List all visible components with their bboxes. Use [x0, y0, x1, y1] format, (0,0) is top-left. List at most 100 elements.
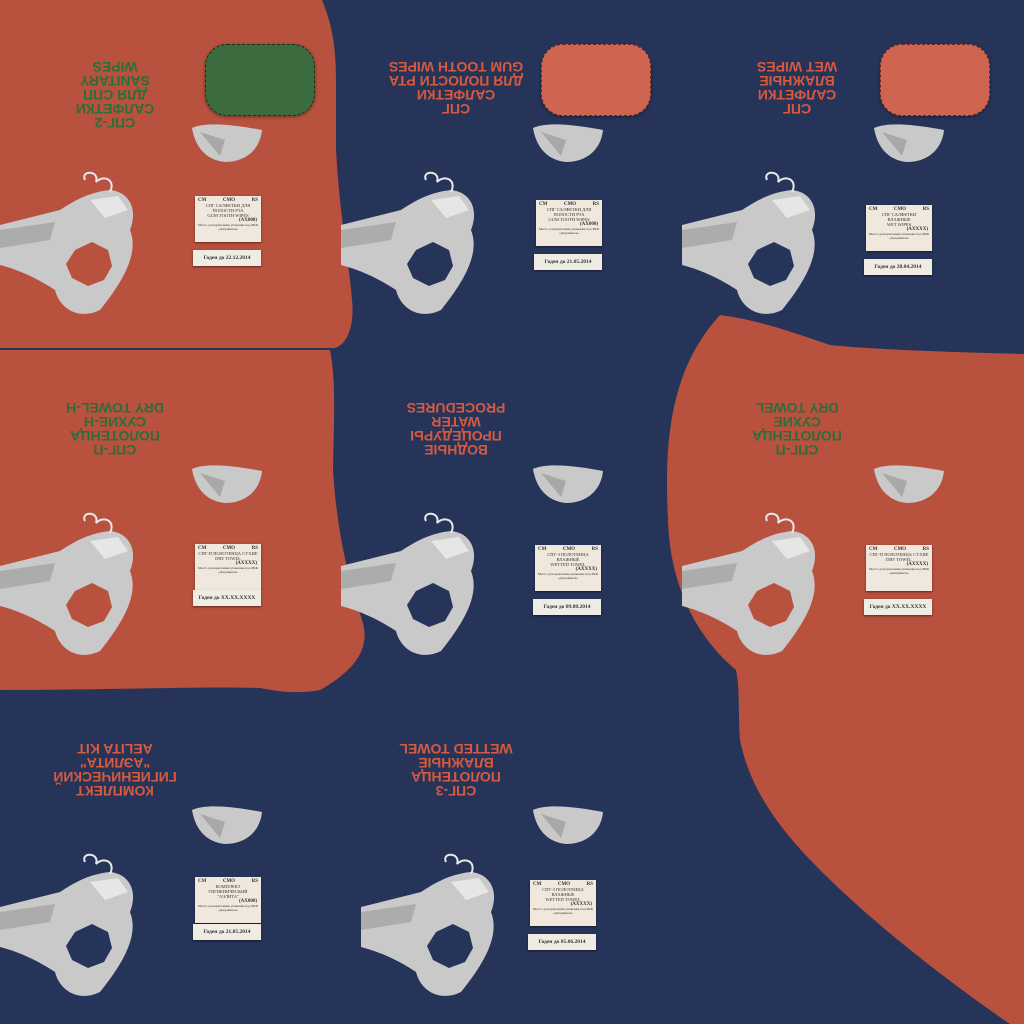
label-note: Место для крепления упаковки под РКК «Дз…	[197, 904, 259, 912]
label-corner: RS	[592, 202, 599, 207]
heading-line: WIPES	[92, 59, 138, 75]
label-header: СМ СМО RS	[536, 200, 602, 207]
label-corner: СМ	[198, 879, 207, 884]
kit-heading: ВОДНЫЕ ПРОЦЕДУРЫ WATER PROCEDURES	[381, 400, 531, 458]
product-label: СМ СМО RS КОМПЛЕКТ ГИГИЕНИЧЕСКИЙ "АЭЛИТА" (АХ0…	[195, 877, 261, 923]
heading-line: SANITARY	[80, 73, 150, 89]
texture-atlas: СПГ-2 САЛФЕТКИ ДЛЯ СПП SANITARY WIPES СМ СМО R…	[0, 0, 1024, 1024]
velcro-patch	[205, 44, 315, 116]
bag-neck	[682, 511, 842, 661]
bag-neck	[682, 170, 842, 320]
velcro-patch	[541, 44, 651, 116]
heading-line: WET WIPES	[756, 59, 838, 75]
label-note: Место для крепления упаковки под РКК «Дз…	[538, 227, 600, 235]
kit-tile: ВОДНЫЕ ПРОЦЕДУРЫ WATER PROCEDURES СМ СМО RS СП…	[341, 341, 682, 682]
expiry-label: Годен до 22.12.2014	[193, 250, 261, 266]
kit-tile: СПГ-3 ПОЛОТЕНЦА ВЛАЖНЫЕ WETTED TOWEL СМ СМО R…	[341, 682, 682, 1023]
heading-line: ПРОЦЕДУРЫ	[410, 428, 502, 444]
heading-line: СПГ-3	[435, 783, 477, 799]
expiry-label: Годен до 09.08.2014	[533, 599, 601, 615]
kit-tile: СПГ-2 САЛФЕТКИ ДЛЯ СПП SANITARY WIPES СМ СМО R…	[0, 0, 341, 341]
product-label: СМ СМО RS СПГ-3 ПОЛОТЕНЦА ВЛАЖНЫЕ WETTED TOWE…	[535, 545, 601, 591]
bag-neck	[0, 852, 160, 1002]
bag-neck	[341, 170, 501, 320]
heading-line: WATER	[431, 414, 481, 430]
expiry-label: Годен до XX.XX.XXXX	[193, 590, 261, 606]
kit-heading: СПГ-2 САЛФЕТКИ ДЛЯ СПП SANITARY WIPES	[40, 59, 190, 131]
strap-bump	[531, 463, 606, 505]
strap-bump	[531, 122, 606, 164]
kit-tile: СПГ САЛФЕТКИ ДЛЯ ПОЛОСТИ РТА GUM TOOTH WIPE…	[341, 0, 682, 341]
heading-line: WETTED TOWEL	[399, 741, 513, 757]
bag-neck	[0, 511, 160, 661]
strap-bump	[531, 804, 606, 846]
strap-bump	[190, 122, 265, 164]
kit-heading: СПГ-П ПОЛОТЕНЦА СУХИЕ DRY TOWEL	[722, 400, 872, 458]
kit-heading: СПГ САЛФЕТКИ ВЛАЖНЫЕ WET WIPES	[722, 59, 872, 117]
heading-line: СПГ-2	[94, 115, 136, 131]
heading-line: ДЛЯ ПОЛОСТИ РТА	[388, 73, 524, 89]
label-corner: СМ	[538, 547, 547, 552]
expiry-label: Годен до 28.04.2014	[864, 259, 932, 275]
heading-line: СУХИЕ	[773, 414, 821, 430]
expiry-label: Годен до 21.05.2014	[193, 924, 261, 940]
product-label: СМ СМО RS СПГ-П ПОЛОТЕНЦА СУХИЕ DRY TOWEL (АХ…	[195, 544, 261, 590]
label-corner: RS	[251, 198, 258, 203]
heading-line: САЛФЕТКИ	[416, 87, 496, 103]
bag-neck	[361, 852, 521, 1002]
label-header: СМ СМО RS	[195, 877, 261, 884]
heading-line: ПОЛОТЕНЦА	[70, 428, 160, 444]
label-corner: RS	[251, 879, 258, 884]
product-label: СМ СМО RS СПГ-3 ПОЛОТЕНЦА ВЛАЖНЫЕ WETTED TOWE…	[530, 880, 596, 926]
strap-bump	[190, 463, 265, 505]
label-header: СМ СМО RS	[195, 196, 261, 203]
expiry-label: Годен до 05.06.2014	[528, 934, 596, 950]
strap-bump	[872, 122, 947, 164]
product-label: СМ СМО RS СПГ-П ПОЛОТЕНЦА СУХИЕ DRY TOWEL (АХ…	[866, 545, 932, 591]
kit-tile: СПГ-П ПОЛОТЕНЦА СУХИЕ DRY TOWEL СМ СМО RS СПГ-…	[682, 341, 1023, 682]
heading-line: СПГ-П	[775, 442, 819, 458]
heading-line: ГИГИЕНИЧЕСКИЙ	[53, 769, 177, 785]
label-header: СМ СМО RS	[195, 544, 261, 551]
heading-line: ВОДНЫЕ	[424, 442, 488, 458]
heading-line: DRY TOWEL	[755, 400, 839, 416]
label-note: Место для крепления упаковки под РКК «Дз…	[868, 567, 930, 575]
heading-line: ВЛАЖНЫЕ	[759, 73, 835, 89]
heading-line: ПОЛОТЕНЦА	[752, 428, 842, 444]
label-note: Место для крепления упаковки под РКК «Дз…	[532, 907, 594, 915]
strap-bump	[872, 463, 947, 505]
product-label: СМ СМО RS СПГ САЛФЕТКИ ВЛАЖНЫЕ WET WIPES (АХХХ…	[866, 205, 932, 251]
kit-tile: КОМПЛЕКТ ГИГИЕНИЧЕСКИЙ "АЭЛИТА" AELITA KIT …	[0, 682, 341, 1023]
heading-line: PROCEDURES	[406, 400, 506, 416]
label-corner: RS	[922, 207, 929, 212]
heading-line: AELITA KIT	[77, 741, 153, 757]
label-corner: RS	[586, 882, 593, 887]
label-corner: СМ	[869, 207, 878, 212]
strap-bump	[190, 804, 265, 846]
label-corner: СМ	[533, 882, 542, 887]
bag-neck	[341, 511, 501, 661]
kit-tile: СПГ-П ПОЛОТЕНЦА СУХИЕ-Н DRY TOWEL-H СМ СМО RS…	[0, 341, 341, 682]
kit-heading: СПГ САЛФЕТКИ ДЛЯ ПОЛОСТИ РТА GUM TOOTH WIPE…	[381, 59, 531, 117]
label-corner: RS	[591, 547, 598, 552]
heading-line: КОМПЛЕКТ	[76, 783, 154, 799]
heading-line: САЛФЕТКИ	[757, 87, 837, 103]
velcro-patch	[880, 44, 990, 116]
expiry-label: Годен до 21.05.2014	[534, 254, 602, 270]
heading-line: СПГ	[441, 101, 471, 117]
label-note: Место для крепления упаковки под РКК «Дз…	[197, 223, 259, 231]
product-label: СМ СМО RS СПГ САЛФЕТКИ ДЛЯ ПОЛОСТИ РТА GUM TO…	[195, 196, 261, 242]
label-note: Место для крепления упаковки под РКК «Дз…	[197, 566, 259, 574]
label-note: Место для крепления упаковки под РКК «Дз…	[537, 572, 599, 580]
label-header: СМ СМО RS	[535, 545, 601, 552]
heading-line: GUM TOOTH WIPES	[388, 59, 524, 75]
label-header: СМ СМО RS	[866, 205, 932, 212]
heading-line: ВЛАЖНЫЕ	[418, 755, 494, 771]
kit-heading: СПГ-3 ПОЛОТЕНЦА ВЛАЖНЫЕ WETTED TOWEL	[381, 741, 531, 799]
heading-line: СПГ-П	[93, 442, 137, 458]
heading-line: САЛФЕТКИ	[75, 101, 155, 117]
kit-heading: КОМПЛЕКТ ГИГИЕНИЧЕСКИЙ "АЭЛИТА" AELITA KIT	[40, 741, 190, 799]
bag-neck	[0, 170, 160, 320]
heading-line: ПОЛОТЕНЦА	[411, 769, 501, 785]
heading-line: DRY TOWEL-H	[66, 400, 164, 416]
